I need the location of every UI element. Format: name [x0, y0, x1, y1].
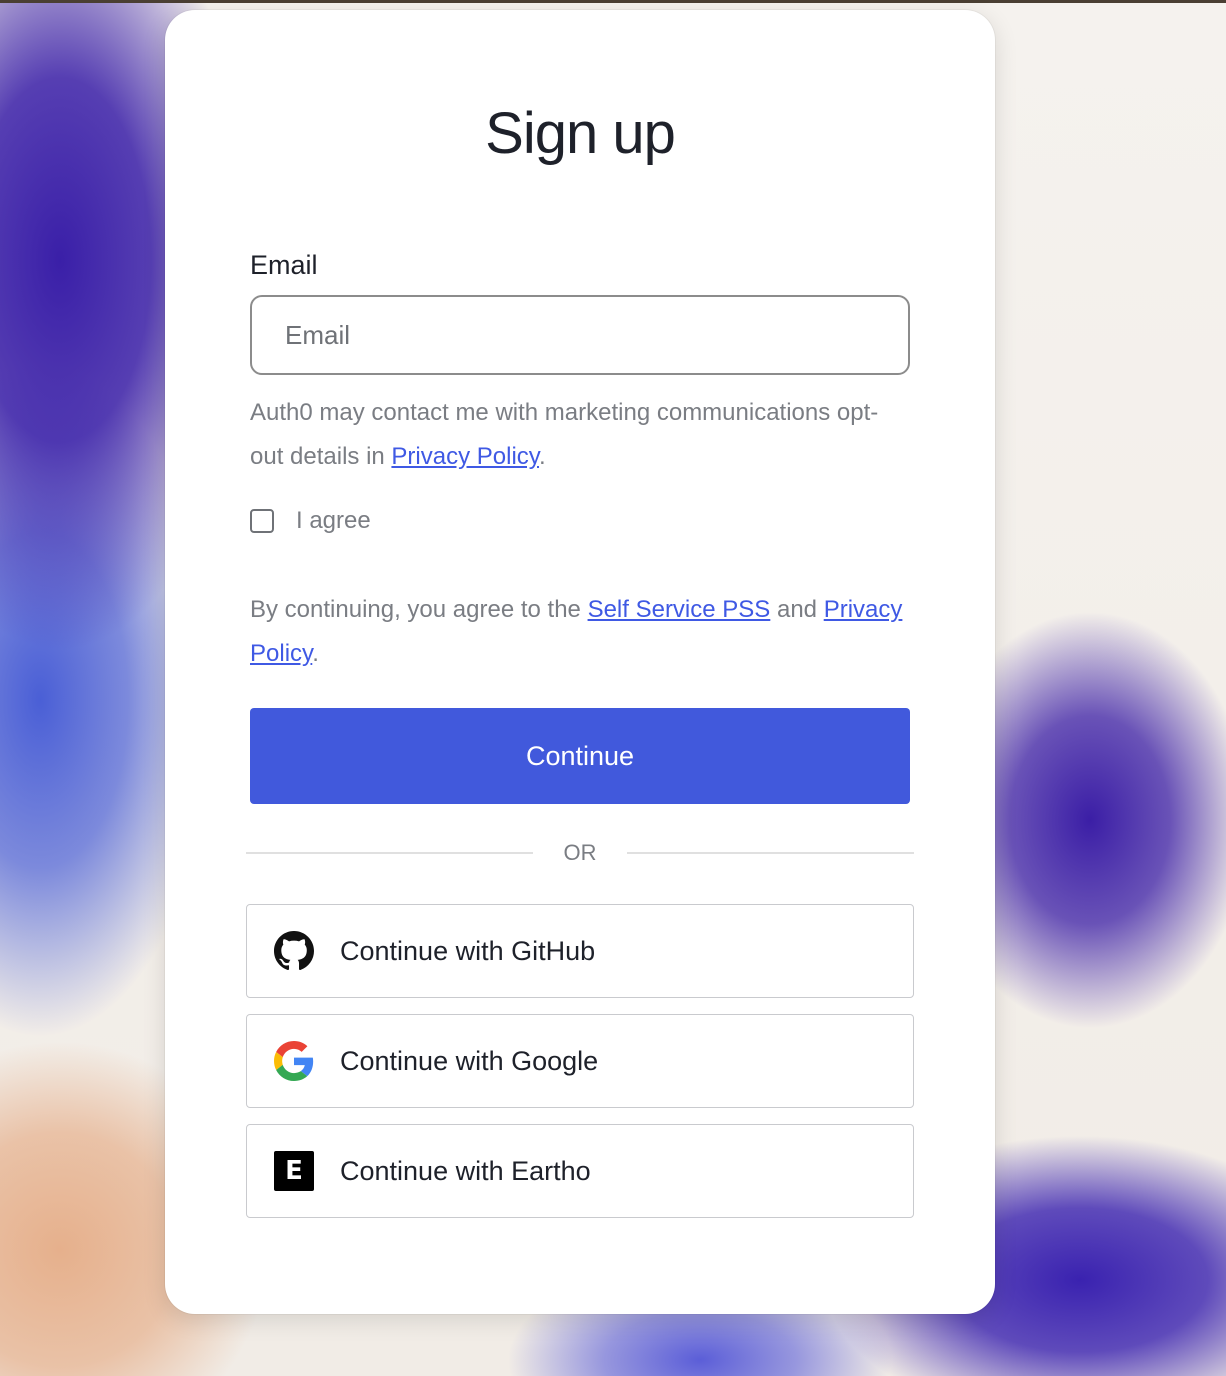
github-button-label: Continue with GitHub — [340, 935, 596, 966]
signup-card: Sign up Email Auth0 may contact me with … — [165, 10, 995, 1314]
terms-period: . — [312, 640, 319, 667]
divider-line-left — [246, 852, 533, 854]
marketing-notice: Auth0 may contact me with marketing comm… — [250, 391, 910, 479]
divider-line-right — [627, 852, 914, 854]
self-service-pss-link[interactable]: Self Service PSS — [588, 596, 771, 623]
continue-button[interactable]: Continue — [250, 708, 910, 804]
agree-row[interactable]: I agree — [250, 507, 371, 535]
agree-label[interactable]: I agree — [296, 507, 371, 535]
continue-with-google-button[interactable]: Continue with Google — [246, 1014, 914, 1108]
email-input[interactable] — [250, 295, 910, 375]
page-title: Sign up — [485, 101, 676, 166]
terms-and: and — [770, 596, 824, 623]
google-icon — [273, 1040, 315, 1082]
marketing-period: . — [539, 443, 546, 470]
continue-with-github-button[interactable]: Continue with GitHub — [246, 904, 914, 998]
email-label: Email — [250, 250, 318, 280]
continue-with-eartho-button[interactable]: E Continue with Eartho — [246, 1124, 914, 1218]
eartho-button-label: Continue with Eartho — [340, 1155, 591, 1186]
marketing-text: Auth0 may contact me with marketing comm… — [250, 399, 879, 470]
window-top-edge — [0, 0, 1226, 3]
github-icon — [273, 930, 315, 972]
terms-notice: By continuing, you agree to the Self Ser… — [250, 588, 910, 676]
agree-checkbox[interactable] — [250, 509, 274, 533]
privacy-policy-link[interactable]: Privacy Policy — [391, 443, 539, 470]
eartho-icon: E — [273, 1150, 315, 1192]
or-label: OR — [563, 840, 597, 865]
eartho-logo-letter: E — [274, 1151, 314, 1191]
terms-text: By continuing, you agree to the — [250, 596, 588, 623]
google-button-label: Continue with Google — [340, 1045, 599, 1076]
or-divider: OR — [246, 838, 914, 868]
